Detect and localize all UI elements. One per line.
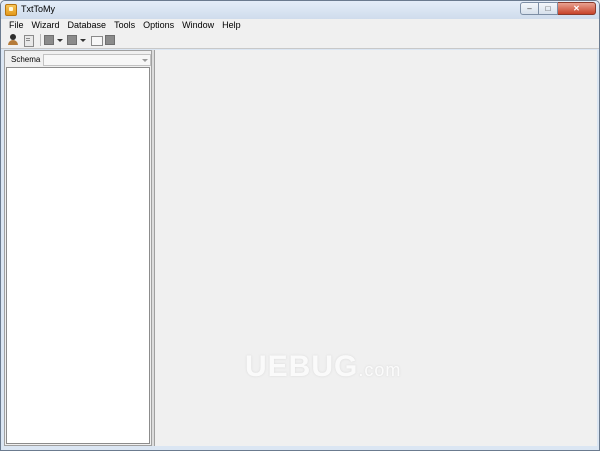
gray-square-icon[interactable] <box>67 35 77 45</box>
app-window: TxtToMy – □ ✕ File Wizard Database Tools… <box>0 0 600 451</box>
gray-square-icon[interactable] <box>44 35 54 45</box>
watermark-suffix: .com <box>358 360 402 380</box>
window-controls: – □ ✕ <box>520 2 596 16</box>
chevron-down-icon[interactable] <box>80 34 86 46</box>
client-area: Schema UEBUG.com <box>4 50 597 446</box>
window-title: TxtToMy <box>21 4 56 14</box>
schema-panel: Schema <box>4 50 152 446</box>
menu-wizard[interactable]: Wizard <box>28 19 64 32</box>
watermark-logo: UEBUG.com <box>245 350 401 384</box>
schema-row: Schema <box>6 53 152 66</box>
mdi-workspace[interactable]: UEBUG.com <box>154 50 597 446</box>
menu-bar: File Wizard Database Tools Options Windo… <box>1 19 599 32</box>
document-icon[interactable] <box>22 34 34 47</box>
watermark-brand: UEBUG <box>245 350 359 383</box>
menu-database[interactable]: Database <box>64 19 111 32</box>
menu-tools[interactable]: Tools <box>110 19 139 32</box>
title-bar[interactable]: TxtToMy – □ ✕ <box>1 1 599 19</box>
toolbar <box>1 32 599 49</box>
minimize-button[interactable]: – <box>520 2 539 15</box>
app-icon[interactable] <box>5 4 17 16</box>
menu-file[interactable]: File <box>5 19 28 32</box>
schema-tree[interactable] <box>6 67 150 444</box>
menu-options[interactable]: Options <box>139 19 178 32</box>
chevron-down-icon[interactable] <box>57 34 63 46</box>
schema-label: Schema <box>11 55 41 64</box>
toolbar-separator <box>40 34 41 46</box>
connect-user-icon[interactable] <box>7 34 19 46</box>
chevron-down-icon[interactable] <box>142 58 149 62</box>
schema-select[interactable] <box>43 53 152 66</box>
close-button[interactable]: ✕ <box>558 2 596 15</box>
gray-square-icon[interactable] <box>105 35 115 45</box>
menu-help[interactable]: Help <box>218 19 245 32</box>
maximize-button[interactable]: □ <box>539 2 558 15</box>
frame-icon[interactable] <box>90 34 103 46</box>
menu-window[interactable]: Window <box>178 19 218 32</box>
